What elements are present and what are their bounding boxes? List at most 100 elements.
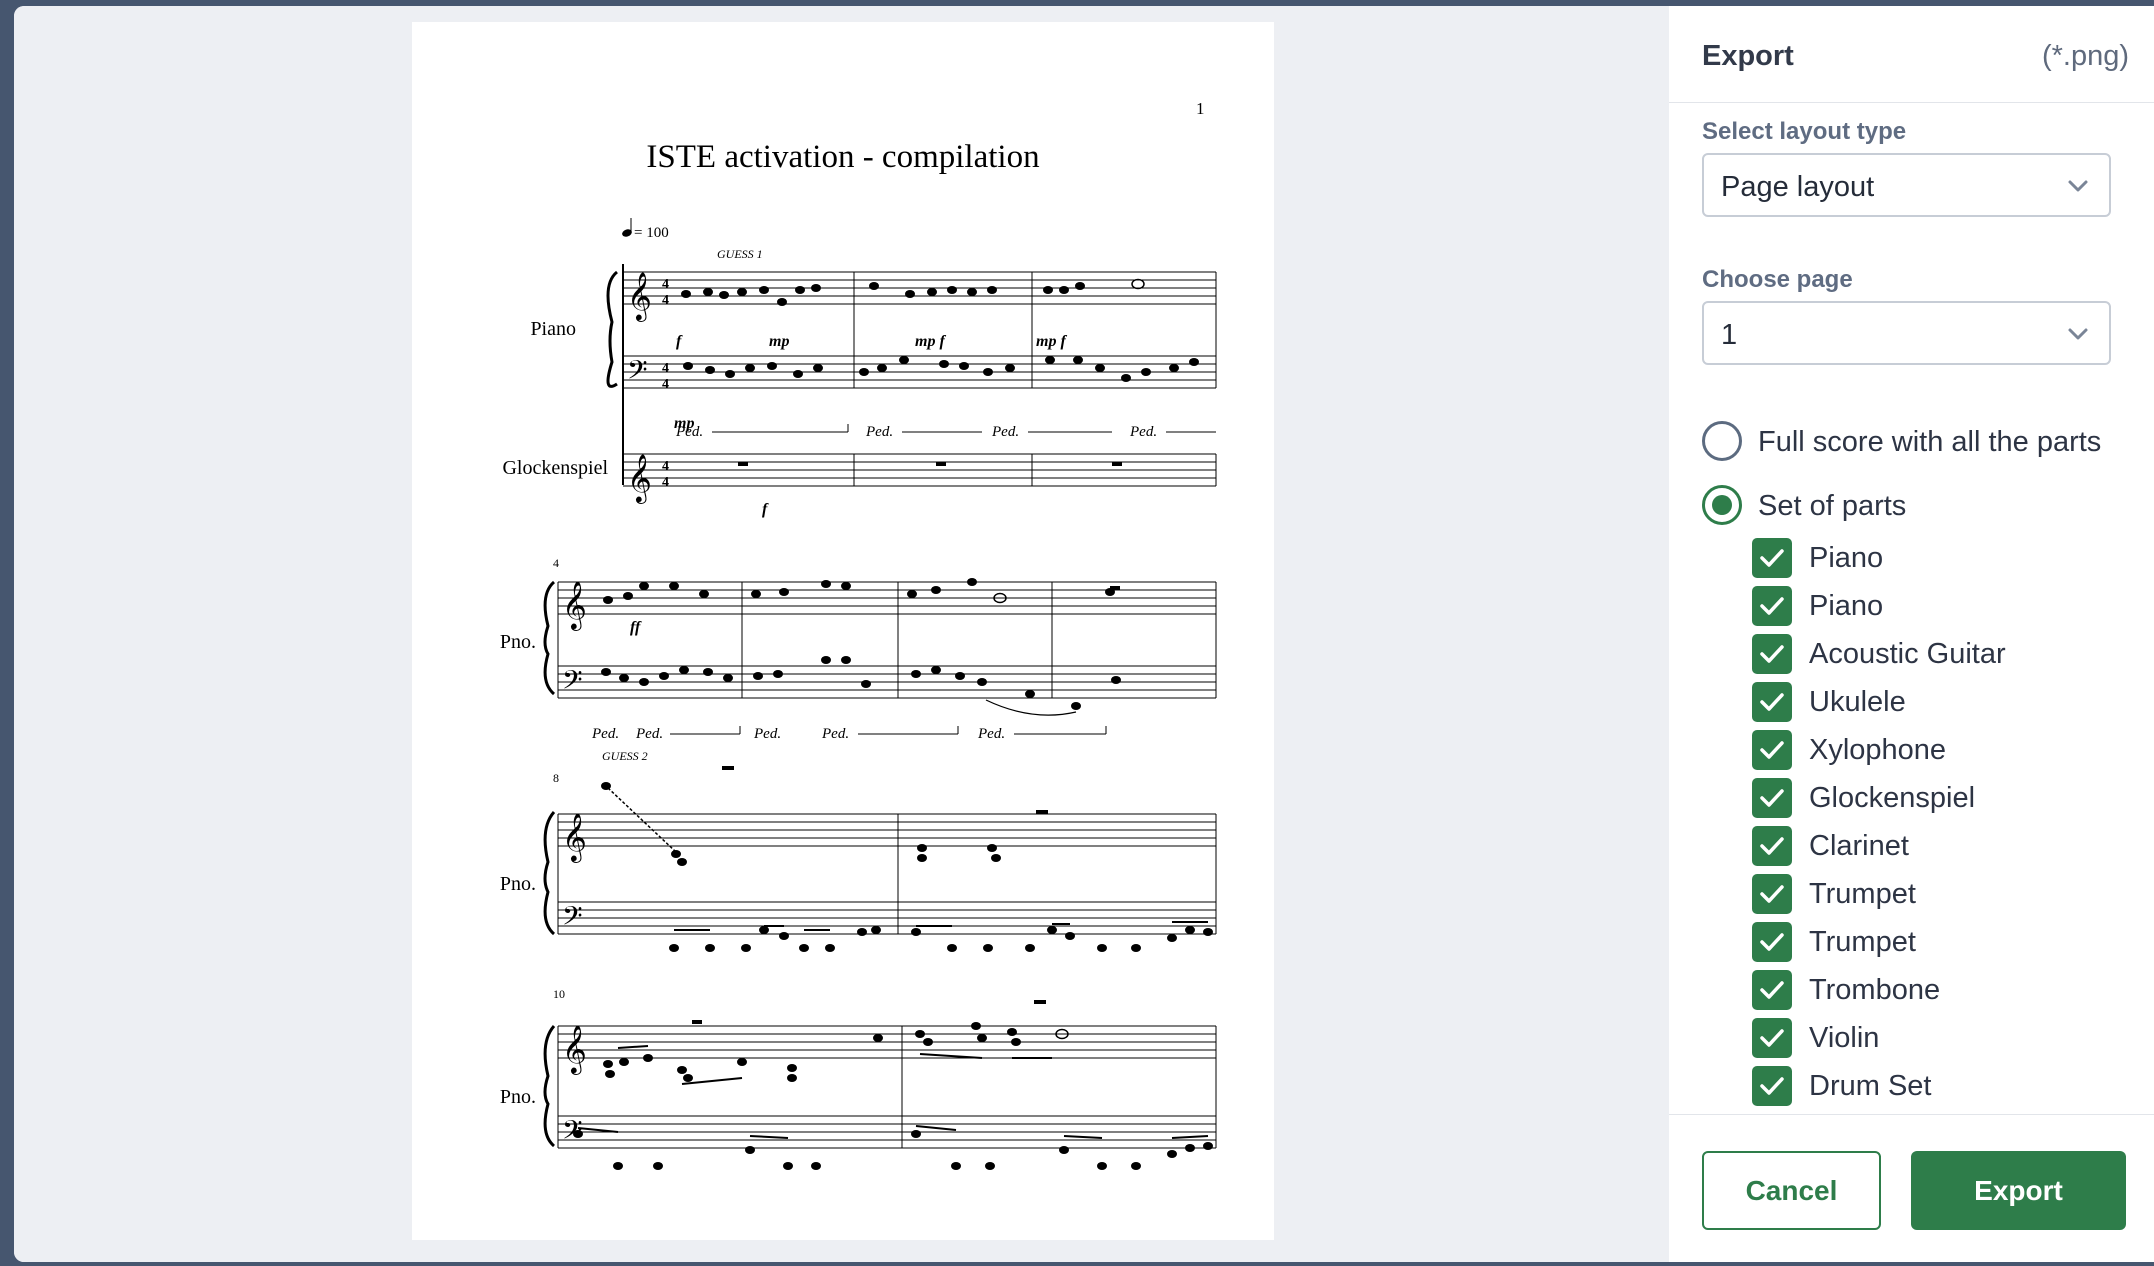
part-item[interactable]: Clarinet [1752, 822, 2122, 866]
part-item[interactable]: Trombone [1752, 966, 2122, 1010]
svg-text:𝄞: 𝄞 [627, 454, 652, 504]
part-item[interactable]: Piano [1752, 534, 2122, 578]
svg-text:Ped.: Ped. [865, 424, 893, 440]
checkbox-checked-icon[interactable] [1752, 922, 1792, 962]
part-item[interactable]: Drum Set [1752, 1062, 2122, 1106]
system-3: 8 Pno. 𝄞 𝄢 [500, 766, 1217, 952]
part-item[interactable]: Violin [1752, 1014, 2122, 1058]
checkbox-checked-icon[interactable] [1752, 826, 1792, 866]
part-label: Ukulele [1809, 686, 1906, 718]
score-title: ISTE activation - compilation [646, 139, 1039, 175]
part-item[interactable]: Ukulele [1752, 678, 2122, 722]
svg-text:mp f: mp f [915, 333, 946, 350]
part-label: Trombone [1809, 974, 1941, 1006]
choose-page-select[interactable]: 1 [1702, 301, 2111, 365]
part-item[interactable]: Glockenspiel [1752, 774, 2122, 818]
svg-text:4: 4 [662, 377, 669, 392]
checkbox-checked-icon[interactable] [1752, 778, 1792, 818]
score-notation: 1 ISTE activation - compilation = 100 GU… [500, 99, 1217, 1170]
chevron-down-icon [2068, 328, 2088, 340]
part-label: Piano [1809, 542, 1884, 574]
checkbox-checked-icon[interactable] [1752, 730, 1792, 770]
system-1: Piano Glockenspiel 𝄞 𝄢 𝄞 44 44 44 f mp m… [502, 264, 1217, 518]
svg-text:4: 4 [662, 293, 669, 308]
svg-text:Ped.: Ped. [821, 726, 849, 742]
svg-text:Ped.: Ped. [991, 424, 1019, 440]
svg-text:Ped.: Ped. [591, 726, 619, 742]
svg-text:4: 4 [662, 277, 669, 292]
checkbox-checked-icon[interactable] [1752, 538, 1792, 578]
pno-label-2: Pno. [500, 631, 536, 653]
export-title: Export [1702, 40, 1794, 72]
full-score-label: Full score with all the parts [1758, 426, 2102, 458]
instrument-label-glockenspiel: Glockenspiel [502, 457, 608, 479]
page-number: 1 [1196, 99, 1205, 118]
export-dialog: 1 ISTE activation - compilation = 100 GU… [14, 6, 2154, 1262]
svg-text:𝄞: 𝄞 [562, 813, 587, 863]
part-label: Trumpet [1809, 878, 1916, 910]
export-panel-footer: Cancel Export [1669, 1114, 2154, 1262]
layout-type-select[interactable]: Page layout [1702, 153, 2111, 217]
svg-text:f: f [762, 501, 769, 518]
part-label: Drum Set [1809, 1070, 1932, 1102]
full-score-radio[interactable] [1702, 421, 1742, 461]
svg-text:𝄢: 𝄢 [627, 355, 648, 391]
set-of-parts-label: Set of parts [1758, 490, 1907, 522]
rehearsal-mark-1: GUESS 1 [717, 247, 763, 261]
part-label: Acoustic Guitar [1809, 638, 2006, 670]
svg-text:𝄢: 𝄢 [562, 901, 583, 937]
pedal-mark: Ped. [675, 424, 703, 440]
svg-text:Ped.: Ped. [1129, 424, 1157, 440]
score-preview: 1 ISTE activation - compilation = 100 GU… [14, 6, 1669, 1262]
svg-text:Ped.: Ped. [977, 726, 1005, 742]
choose-page-label: Choose page [1702, 266, 1853, 293]
checkbox-checked-icon[interactable] [1752, 682, 1792, 722]
checkbox-checked-icon[interactable] [1752, 970, 1792, 1010]
pno-label-3: Pno. [500, 873, 536, 895]
rehearsal-mark-2: GUESS 2 [602, 749, 648, 763]
svg-text:4: 4 [662, 459, 669, 474]
part-item[interactable]: Acoustic Guitar [1752, 630, 2122, 674]
checkbox-checked-icon[interactable] [1752, 1018, 1792, 1058]
svg-text:4: 4 [662, 361, 669, 376]
svg-text:8: 8 [553, 771, 559, 785]
full-score-option[interactable]: Full score with all the parts [1702, 421, 2142, 465]
svg-text:f: f [676, 333, 683, 350]
export-panel-header: Export (*.png) [1669, 6, 2154, 103]
checkbox-checked-icon[interactable] [1752, 586, 1792, 626]
export-panel: Export (*.png) Select layout type Page l… [1669, 6, 2154, 1262]
set-of-parts-radio[interactable] [1702, 485, 1742, 525]
part-item[interactable]: Trumpet [1752, 870, 2122, 914]
svg-text:Ped.: Ped. [753, 726, 781, 742]
measure-number-4: 4 [553, 556, 559, 570]
checkbox-checked-icon[interactable] [1752, 634, 1792, 674]
checkbox-checked-icon[interactable] [1752, 1066, 1792, 1106]
svg-text:mp: mp [769, 333, 789, 350]
score-page: 1 ISTE activation - compilation = 100 GU… [412, 22, 1274, 1240]
svg-text:𝄞: 𝄞 [562, 1025, 587, 1075]
chevron-down-icon [2068, 180, 2088, 192]
tempo-marking: = 100 [634, 225, 669, 241]
part-item[interactable]: Piano [1752, 582, 2122, 626]
cancel-button[interactable]: Cancel [1702, 1151, 1881, 1230]
layout-type-value: Page layout [1721, 171, 1875, 203]
checkbox-checked-icon[interactable] [1752, 874, 1792, 914]
svg-text:Ped.: Ped. [635, 726, 663, 742]
export-button[interactable]: Export [1911, 1151, 2126, 1230]
export-file-extension: (*.png) [2041, 40, 2129, 72]
part-label: Clarinet [1809, 830, 1909, 862]
svg-text:𝄢: 𝄢 [562, 665, 583, 701]
system-2: 4 Pno. 𝄞 𝄢 ff Ped. Ped. Ped. Ped. Ped. G… [500, 556, 1217, 763]
instrument-label-piano: Piano [530, 318, 576, 340]
part-label: Violin [1809, 1022, 1880, 1054]
svg-text:10: 10 [553, 987, 565, 1001]
layout-type-label: Select layout type [1702, 118, 1907, 145]
part-label: Trumpet [1809, 926, 1916, 958]
system-4: 10 Pno. 𝄞 𝄢 [500, 987, 1217, 1170]
part-item[interactable]: Xylophone [1752, 726, 2122, 770]
svg-text:𝄞: 𝄞 [562, 581, 587, 631]
part-item[interactable]: Trumpet [1752, 918, 2122, 962]
svg-text:4: 4 [662, 475, 669, 490]
part-label: Piano [1809, 590, 1884, 622]
set-of-parts-option[interactable]: Set of parts [1702, 485, 2142, 529]
